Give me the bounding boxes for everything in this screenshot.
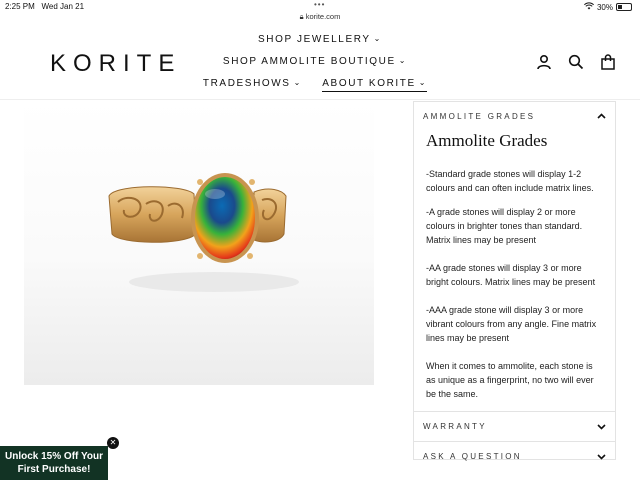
nav-label: TRADESHOWS bbox=[202, 78, 291, 89]
wifi-icon bbox=[584, 2, 594, 12]
close-icon[interactable]: ✕ bbox=[107, 437, 119, 449]
status-bar: 2:25 PM Wed Jan 21 ••• 🔒︎ korite.com 30% bbox=[0, 0, 640, 24]
status-time: 2:25 PM bbox=[5, 2, 35, 11]
battery-icon bbox=[616, 3, 632, 11]
nav-tradeshows[interactable]: TRADESHOWS ⌄ bbox=[203, 78, 302, 89]
url-text: korite.com bbox=[305, 12, 341, 21]
accordion-header-label: WARRANTY bbox=[423, 422, 487, 431]
chevron-down-icon: ⌄ bbox=[373, 34, 382, 43]
person-icon[interactable] bbox=[536, 54, 552, 70]
accordion-header-label: AMMOLITE GRADES bbox=[423, 111, 536, 121]
address-bar[interactable]: 🔒︎ korite.com bbox=[0, 12, 640, 22]
nav-row-secondary: TRADESHOWS ⌄ ABOUT KORITE ⌄ bbox=[0, 78, 635, 92]
nav-shop-jewellery[interactable]: SHOP JEWELLERY ⌄ bbox=[0, 34, 640, 45]
grade-paragraph: When it comes to ammolite, each stone is… bbox=[426, 361, 594, 399]
promo-popup[interactable]: Unlock 15% Off Your First Purchase! bbox=[0, 446, 108, 480]
nav-label: SHOP AMMOLITE BOUTIQUE bbox=[222, 56, 396, 67]
bag-icon[interactable] bbox=[600, 54, 616, 70]
section-title: Ammolite Grades bbox=[426, 131, 548, 150]
accordion-warranty-header[interactable]: WARRANTY bbox=[414, 411, 615, 441]
product-info-accordion: AMMOLITE GRADES Ammolite Grades -Standar… bbox=[413, 101, 616, 461]
chevron-up-icon bbox=[597, 111, 606, 121]
nav-label: ABOUT KORITE bbox=[322, 78, 416, 89]
battery-percent: 30% bbox=[596, 2, 613, 12]
chevron-down-icon: ⌄ bbox=[398, 56, 408, 65]
accordion-ammolite-grades-header[interactable]: AMMOLITE GRADES bbox=[414, 102, 615, 130]
header-icons bbox=[536, 54, 616, 70]
grade-paragraph: -Standard grade stones will display 1-2 … bbox=[426, 169, 594, 193]
accordion-ask-question-header[interactable]: ASK A QUESTION bbox=[414, 441, 615, 471]
promo-line2: First Purchase! bbox=[17, 464, 91, 475]
accordion-ammolite-grades-body: Ammolite Grades -Standard grade stones w… bbox=[414, 131, 615, 401]
ring-image bbox=[108, 173, 299, 292]
accordion-header-label: ASK A QUESTION bbox=[423, 452, 522, 461]
chevron-down-icon: ⌄ bbox=[418, 78, 428, 87]
status-date: Wed Jan 21 bbox=[41, 2, 85, 11]
nav-label: SHOP JEWELLERY bbox=[258, 34, 371, 45]
product-image[interactable] bbox=[24, 100, 374, 385]
status-time-date: 2:25 PM Wed Jan 21 bbox=[5, 2, 84, 11]
grade-paragraph: -A grade stones will display 2 or more c… bbox=[426, 207, 583, 245]
grade-paragraph: -AAA grade stone will display 3 or more … bbox=[426, 305, 597, 343]
lock-icon: 🔒︎ bbox=[299, 12, 304, 21]
status-indicators: 30% bbox=[584, 2, 632, 12]
promo-line1: Unlock 15% Off Your bbox=[5, 451, 103, 462]
search-icon[interactable] bbox=[568, 54, 584, 70]
chevron-down-icon bbox=[597, 422, 606, 432]
chevron-down-icon: ⌄ bbox=[293, 78, 302, 87]
multitask-dots-icon[interactable]: ••• bbox=[314, 0, 325, 9]
grade-paragraph: -AA grade stones will display 3 or more … bbox=[426, 263, 596, 287]
nav-about-korite[interactable]: ABOUT KORITE ⌄ bbox=[322, 78, 428, 92]
chevron-down-icon bbox=[597, 452, 606, 462]
